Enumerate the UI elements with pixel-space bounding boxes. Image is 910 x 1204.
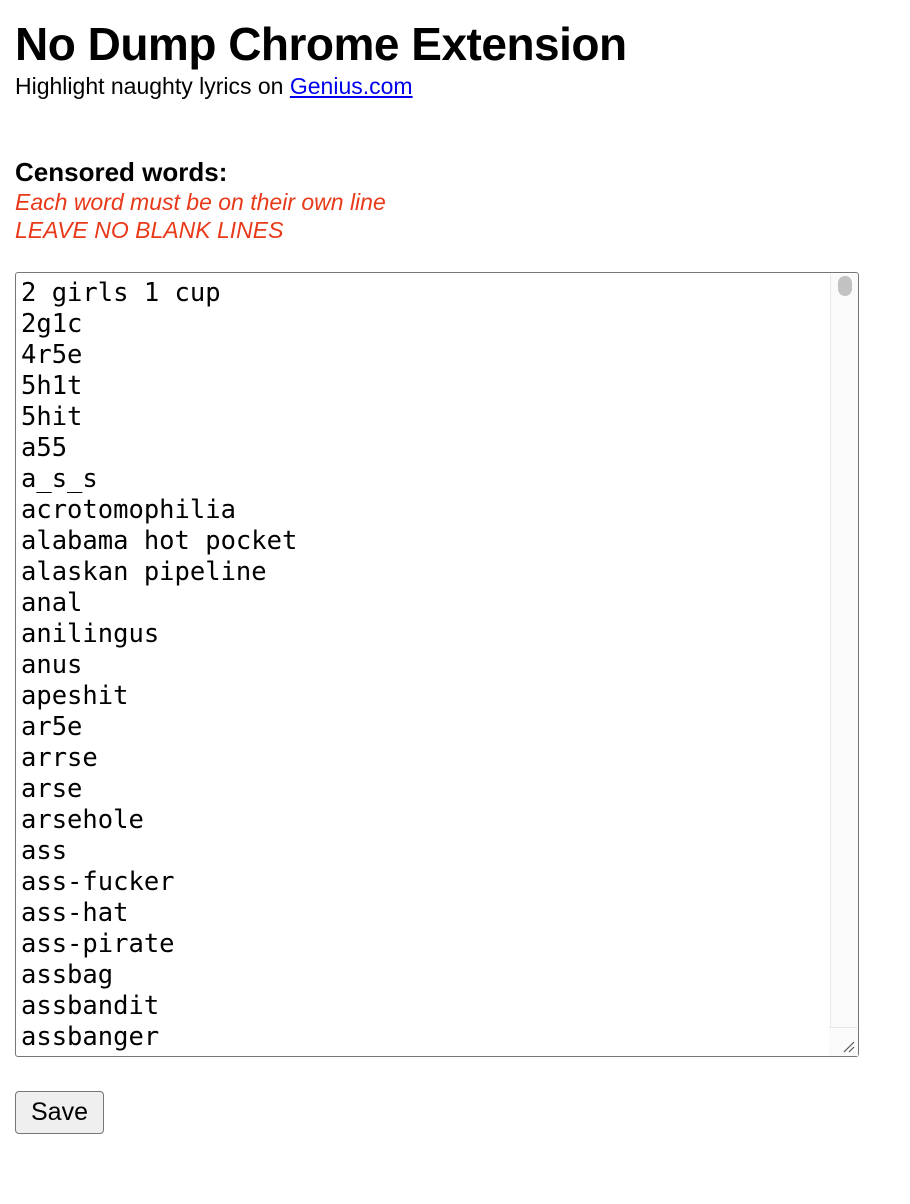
- instruction-note-no-blank-lines: LEAVE NO BLANK LINES: [15, 217, 284, 243]
- textarea-scrollbar[interactable]: [829, 273, 858, 1056]
- genius-link[interactable]: Genius.com: [290, 73, 413, 99]
- instruction-note-own-line: Each word must be on their own line: [15, 189, 386, 215]
- save-button[interactable]: Save: [15, 1091, 104, 1134]
- resize-grip-icon: [843, 1041, 855, 1053]
- censored-words-container: [15, 272, 859, 1057]
- scrollbar-thumb[interactable]: [837, 275, 852, 296]
- resize-handle[interactable]: [829, 1027, 857, 1055]
- censored-words-heading: Censored words:: [15, 157, 228, 187]
- page-subtitle: Highlight naughty lyrics on Genius.com: [15, 72, 413, 100]
- censored-words-textarea[interactable]: [15, 272, 859, 1057]
- page-title: No Dump Chrome Extension: [15, 18, 627, 70]
- subtitle-text: Highlight naughty lyrics on: [15, 73, 290, 99]
